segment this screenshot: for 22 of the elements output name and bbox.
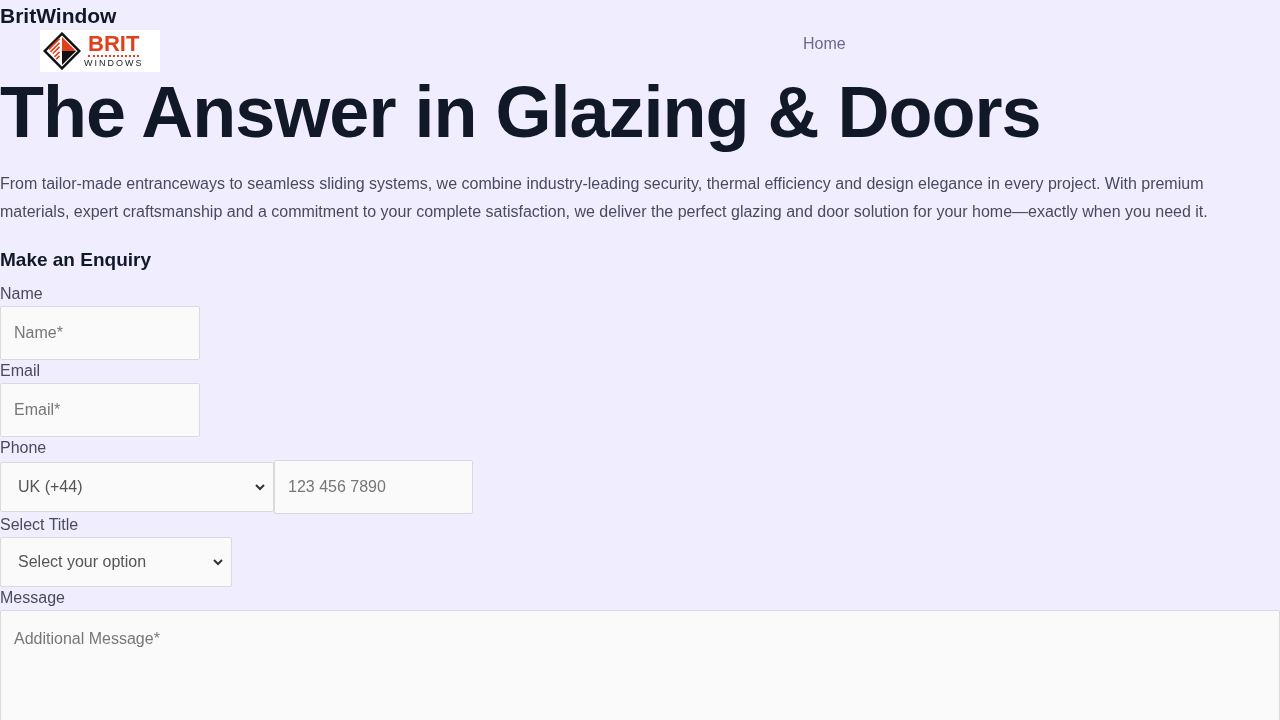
chevron-icon bbox=[255, 483, 265, 491]
field-label: Name bbox=[0, 284, 43, 304]
message-field[interactable]: Additional Message* bbox=[0, 610, 1280, 720]
site-name[interactable]: BritWindow bbox=[0, 2, 117, 30]
chevron-icon bbox=[213, 558, 223, 566]
dropdown[interactable]: Select your option bbox=[0, 537, 232, 587]
hero-text: From tailor-made entranceways to seamless sliding systems, we combine industry-leading security, thermal efficiency and design elegance in every project. With premium materials, expert craftsmanship and a commitment to your complete satisfaction, we deliver the perfect glazing and door solution for your home—exactly when you need it. bbox=[0, 174, 1209, 222]
field-label: Email bbox=[0, 361, 40, 381]
phone-field[interactable]: 123 456 7890 bbox=[274, 460, 473, 514]
text-field[interactable]: Name* bbox=[0, 306, 200, 360]
nav-link[interactable]: Home bbox=[803, 34, 846, 54]
logo-subword: WINDOWS bbox=[84, 57, 144, 69]
field-label: Select Title bbox=[0, 515, 79, 535]
logo[interactable]: BRIT WINDOWS bbox=[40, 30, 160, 72]
hero-title: The Answer in Glazing & Doors bbox=[0, 72, 1041, 152]
text-field[interactable]: Email* bbox=[0, 383, 200, 437]
dropdown[interactable]: UK (+44) bbox=[0, 462, 274, 512]
form-title: Make an Enquiry bbox=[0, 248, 151, 272]
field-label: Message bbox=[0, 588, 65, 608]
logo-word: BRIT bbox=[88, 33, 140, 57]
diamond-logo-icon bbox=[43, 32, 81, 70]
field-label: Phone bbox=[0, 438, 47, 458]
